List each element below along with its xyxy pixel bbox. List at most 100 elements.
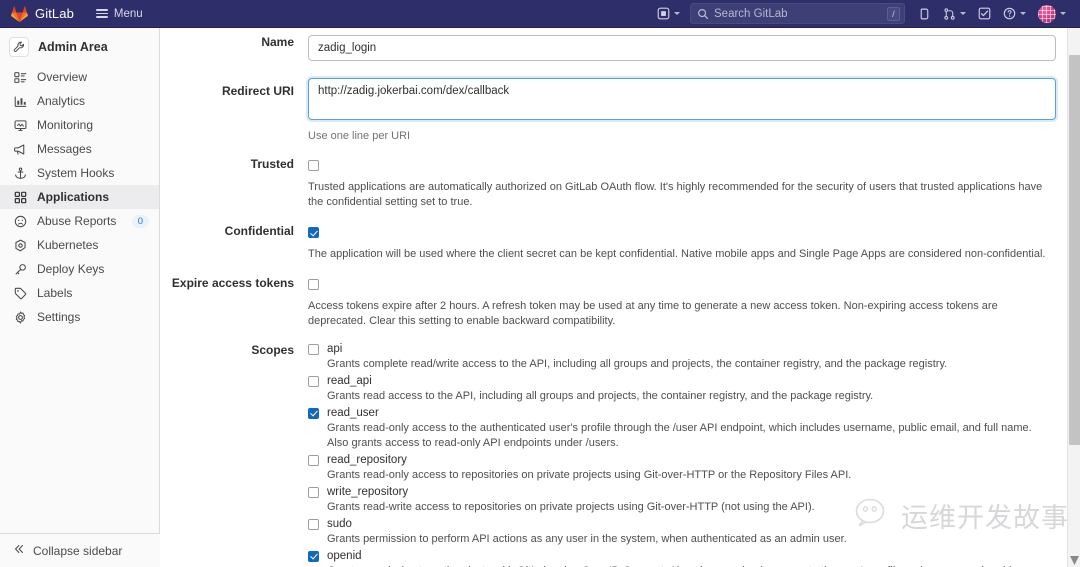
search-input[interactable] xyxy=(714,7,898,20)
sidebar-item-labels[interactable]: Labels xyxy=(0,281,159,305)
sidebar-item-label: Settings xyxy=(37,310,81,324)
scope-name: openid xyxy=(327,550,362,562)
trusted-checkbox[interactable] xyxy=(308,160,319,172)
trusted-label: Trusted xyxy=(250,157,294,171)
help-icon xyxy=(1003,7,1016,20)
sidebar-nav-list: Overview Analytics Monitoring Messages S… xyxy=(0,65,159,329)
deploy-keys-icon xyxy=(13,262,27,276)
redirect-uri-hint: Use one line per URI xyxy=(308,130,411,142)
scope-name: api xyxy=(327,343,343,355)
chevron-down-icon xyxy=(674,12,680,15)
kubernetes-icon xyxy=(13,238,27,252)
scope-description: Grants permission to perform API actions… xyxy=(327,533,847,545)
scope-item-api: api Grants complete read/write access to… xyxy=(308,343,1056,372)
issues-button[interactable] xyxy=(912,3,937,25)
redirect-uri-textarea[interactable] xyxy=(308,78,1056,120)
trusted-description: Trusted applications are automatically a… xyxy=(308,181,1043,208)
user-avatar-icon xyxy=(1038,4,1056,23)
scope-name: read_repository xyxy=(327,454,407,466)
scope-description: Grants read-write access to repositories… xyxy=(327,501,815,513)
menu-label: Menu xyxy=(113,7,143,20)
scope-checkbox-write-repository[interactable] xyxy=(308,486,319,498)
sidebar-item-messages[interactable]: Messages xyxy=(0,137,159,161)
settings-icon xyxy=(13,310,27,324)
name-input[interactable] xyxy=(308,35,1056,61)
sidebar-item-label: Monitoring xyxy=(37,118,94,132)
name-label: Name xyxy=(261,35,294,49)
scope-item-read-user: read_user Grants read-only access to the… xyxy=(308,407,1056,451)
scope-item-write-repository: write_repository Grants read-write acces… xyxy=(308,486,1056,515)
gitlab-admin-application-edit-page: GitLab Menu / xyxy=(0,0,1080,567)
sidebar-item-overview[interactable]: Overview xyxy=(0,65,159,89)
sidebar-header[interactable]: Admin Area xyxy=(0,28,159,65)
sidebar-item-analytics[interactable]: Analytics xyxy=(0,89,159,113)
sidebar-item-applications[interactable]: Applications xyxy=(0,185,159,209)
scope-checkbox-sudo[interactable] xyxy=(308,518,319,530)
search-icon xyxy=(698,8,709,19)
collapse-sidebar-label: Collapse sidebar xyxy=(33,543,123,558)
scope-item-read-repository: read_repository Grants read-only access … xyxy=(308,454,1056,483)
brand-text: GitLab xyxy=(35,6,74,21)
help-button[interactable] xyxy=(997,3,1032,25)
confidential-description: The application will be used where the c… xyxy=(308,248,1046,260)
scope-checkbox-openid[interactable] xyxy=(308,550,319,562)
scrollbar-down-arrow-icon[interactable] xyxy=(1070,556,1079,565)
sidebar-item-settings[interactable]: Settings xyxy=(0,305,159,329)
search-shortcut-key: / xyxy=(887,7,900,21)
field-row-scopes: Scopes api Grants complete read/write ac… xyxy=(160,343,1080,567)
new-item-button[interactable] xyxy=(651,3,686,25)
chevron-down-icon xyxy=(1020,12,1026,15)
user-menu-button[interactable] xyxy=(1032,3,1072,25)
sidebar-item-label: Deploy Keys xyxy=(37,262,105,276)
scope-description: Grants read-only access to repositories … xyxy=(327,469,852,481)
scope-checkbox-read-api[interactable] xyxy=(308,375,319,387)
brand[interactable]: GitLab xyxy=(0,5,74,22)
system-hooks-icon xyxy=(13,166,27,180)
scope-name: sudo xyxy=(327,518,352,530)
field-row-confidential: Confidential The application will be use… xyxy=(160,224,1080,262)
sidebar-item-label: Analytics xyxy=(37,94,86,108)
monitoring-icon xyxy=(13,118,27,132)
chevron-down-icon xyxy=(960,12,966,15)
scope-checkbox-read-user[interactable] xyxy=(308,407,319,419)
todos-button[interactable] xyxy=(972,3,997,25)
sidebar-item-abuse-reports[interactable]: Abuse Reports 0 xyxy=(0,209,159,233)
navbar-right-actions: / xyxy=(651,3,1080,25)
scope-checkbox-read-repository[interactable] xyxy=(308,454,319,466)
merge-requests-button[interactable] xyxy=(937,3,972,25)
vertical-scrollbar[interactable] xyxy=(1067,28,1080,567)
expire-access-tokens-checkbox[interactable] xyxy=(308,279,319,291)
collapse-sidebar-button[interactable]: Collapse sidebar xyxy=(0,533,160,567)
scope-description: Grants read access to the API, including… xyxy=(327,390,874,402)
labels-icon xyxy=(13,286,27,300)
todos-icon xyxy=(978,7,991,20)
plus-square-icon xyxy=(657,7,670,20)
gitlab-logo-icon xyxy=(11,5,28,22)
expire-access-tokens-label: Expire access tokens xyxy=(171,276,294,290)
menu-button[interactable]: Menu xyxy=(95,7,143,20)
sidebar-item-label: Kubernetes xyxy=(37,238,99,252)
messages-icon xyxy=(13,142,27,156)
field-row-name: Name xyxy=(160,35,1080,61)
sidebar-title: Admin Area xyxy=(38,40,108,54)
applications-icon xyxy=(13,190,27,204)
scope-checkbox-api[interactable] xyxy=(308,343,319,355)
field-row-trusted: Trusted Trusted applications are automat… xyxy=(160,157,1080,210)
scopes-label: Scopes xyxy=(251,343,294,357)
scope-item-sudo: sudo Grants permission to perform API ac… xyxy=(308,518,1056,547)
scope-name: read_user xyxy=(327,407,379,419)
scope-item-read-api: read_api Grants read access to the API, … xyxy=(308,375,1056,404)
scrollbar-thumb[interactable] xyxy=(1069,55,1080,445)
sidebar-item-kubernetes[interactable]: Kubernetes xyxy=(0,233,159,257)
application-form: Name Redirect URI Use one line per URI T… xyxy=(160,28,1080,567)
expire-access-tokens-description: Access tokens expire after 2 hours. A re… xyxy=(308,300,998,327)
confidential-checkbox[interactable] xyxy=(308,227,319,239)
sidebar-item-label: Abuse Reports xyxy=(37,214,117,228)
sidebar-item-system-hooks[interactable]: System Hooks xyxy=(0,161,159,185)
confidential-label: Confidential xyxy=(224,224,294,238)
sidebar-item-monitoring[interactable]: Monitoring xyxy=(0,113,159,137)
sidebar-item-deploy-keys[interactable]: Deploy Keys xyxy=(0,257,159,281)
search-box[interactable]: / xyxy=(690,3,905,24)
sidebar-item-label: Labels xyxy=(37,286,73,300)
scope-description: Grants complete read/write access to the… xyxy=(327,358,948,370)
